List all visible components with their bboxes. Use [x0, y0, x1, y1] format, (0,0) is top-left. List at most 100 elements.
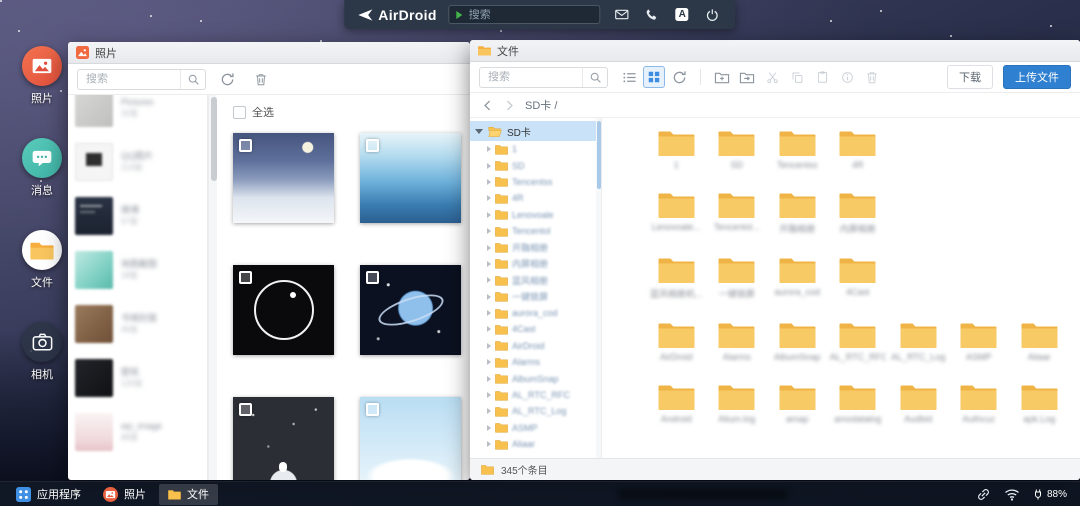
tree-item[interactable]: 内屏相册	[470, 256, 601, 272]
refresh-button[interactable]	[216, 68, 238, 90]
screen-a-button[interactable]: A	[673, 5, 692, 24]
albums-scrollbar[interactable]	[208, 95, 217, 480]
taskbar-item-files[interactable]: 文件	[159, 484, 218, 505]
photo-checkbox[interactable]	[366, 403, 379, 416]
select-all-checkbox[interactable]	[233, 106, 246, 119]
album-item[interactable]: 壁纸120张	[68, 351, 207, 405]
trash-button[interactable]	[250, 68, 272, 90]
folder-item[interactable]: Tencentss	[767, 129, 828, 170]
photos-titlebar[interactable]: 照片	[68, 42, 470, 64]
photo-item[interactable]	[360, 133, 461, 223]
photo-item[interactable]	[233, 133, 334, 223]
album-item[interactable]: 书城封面46张	[68, 297, 207, 351]
desktop-icon-messages[interactable]: 消息	[16, 138, 68, 198]
chevron-right-icon[interactable]	[487, 425, 491, 431]
photo-checkbox[interactable]	[239, 403, 252, 416]
photo-checkbox[interactable]	[366, 139, 379, 152]
folder-item[interactable]: AlbumSnap	[767, 321, 828, 362]
album-item[interactable]: 微博57张	[68, 189, 207, 243]
photo-item[interactable]	[233, 265, 334, 355]
copy-button[interactable]	[786, 66, 808, 88]
chevron-right-icon[interactable]	[487, 376, 491, 382]
topbar-search-input[interactable]	[469, 9, 593, 21]
tree-item[interactable]: ASMP	[470, 420, 601, 436]
chevron-right-icon[interactable]	[487, 179, 491, 185]
folder-item[interactable]: 开融相册	[767, 191, 828, 235]
folder-item[interactable]: amodatalog	[828, 383, 889, 424]
photo-item[interactable]	[360, 265, 461, 355]
chevron-right-icon[interactable]	[487, 228, 491, 234]
chevron-right-icon[interactable]	[487, 245, 491, 251]
tree-item[interactable]: Tencentss	[470, 174, 601, 190]
tree-item[interactable]: Tencentol	[470, 223, 601, 239]
search-icon[interactable]	[582, 68, 607, 87]
forward-button[interactable]	[503, 99, 516, 112]
folder-item[interactable]: Audbid	[888, 383, 949, 424]
mail-button[interactable]	[613, 5, 632, 24]
album-item[interactable]: 地图截图18张	[68, 243, 207, 297]
folder-item[interactable]: amap	[767, 383, 828, 424]
folder-item[interactable]: AirDroid	[646, 321, 707, 362]
refresh-button[interactable]	[668, 66, 690, 88]
folder-item[interactable]: Alarms	[707, 321, 768, 362]
desktop-icon-camera[interactable]: 相机	[16, 322, 68, 382]
folder-item[interactable]: Tencentol...	[707, 191, 768, 235]
tree-item[interactable]: AL_RTC_RFC	[470, 387, 601, 403]
download-button[interactable]: 下载	[947, 65, 993, 89]
desktop-icon-files[interactable]: 文件	[16, 230, 68, 290]
topbar-search[interactable]	[449, 5, 601, 24]
photo-item[interactable]	[360, 397, 461, 480]
files-titlebar[interactable]: 文件	[470, 40, 1080, 62]
tree-item[interactable]: 开融相册	[470, 239, 601, 255]
trash-button[interactable]	[861, 66, 883, 88]
folder-item[interactable]: Android	[646, 383, 707, 424]
folder-item[interactable]: SD	[707, 129, 768, 170]
folder-item[interactable]: Alium.log	[707, 383, 768, 424]
tree-item[interactable]: AL_RTC_Log	[470, 403, 601, 419]
tree-scrollbar[interactable]	[596, 118, 601, 458]
taskbar-item-photos[interactable]: 照片	[94, 484, 155, 505]
album-item[interactable]: wp_image89张	[68, 405, 207, 459]
folder-item[interactable]: 1	[646, 129, 707, 170]
chevron-right-icon[interactable]	[487, 343, 491, 349]
tree-item[interactable]: 1	[470, 141, 601, 157]
grid-view-button[interactable]	[643, 66, 665, 88]
album-item[interactable]: QQ图片214张	[68, 135, 207, 189]
folder-item[interactable]: aurora_cod	[767, 256, 828, 300]
scrollbar-thumb[interactable]	[597, 121, 601, 189]
chevron-right-icon[interactable]	[487, 163, 491, 169]
chevron-right-icon[interactable]	[487, 310, 491, 316]
folder-item[interactable]: 4R	[828, 129, 889, 170]
tree-item[interactable]: 蓝风相册	[470, 272, 601, 288]
search-icon[interactable]	[180, 70, 205, 89]
power-button[interactable]	[703, 5, 722, 24]
folder-item[interactable]: AL_RTC_Log	[888, 321, 949, 362]
folder-item[interactable]: ASMP	[949, 321, 1010, 362]
folder-item[interactable]: 蓝风相册机...	[646, 256, 707, 300]
tree-item[interactable]: SD	[470, 157, 601, 173]
back-button[interactable]	[481, 99, 494, 112]
chevron-right-icon[interactable]	[487, 392, 491, 398]
folder-item[interactable]: Aliaar	[1009, 321, 1070, 362]
chevron-right-icon[interactable]	[487, 326, 491, 332]
link-button[interactable]	[976, 487, 991, 502]
list-view-button[interactable]	[618, 66, 640, 88]
photo-item[interactable]	[233, 397, 334, 480]
chevron-right-icon[interactable]	[487, 195, 491, 201]
chevron-right-icon[interactable]	[487, 408, 491, 414]
wifi-button[interactable]	[1004, 488, 1020, 501]
folder-item[interactable]: Lenovoale...	[646, 191, 707, 235]
chevron-right-icon[interactable]	[487, 277, 491, 283]
new-folder-button[interactable]	[711, 66, 733, 88]
scrollbar-thumb[interactable]	[211, 97, 217, 181]
paste-button[interactable]	[811, 66, 833, 88]
phone-button[interactable]	[643, 5, 662, 24]
tree-item[interactable]: Alarms	[470, 354, 601, 370]
desktop-icon-photos[interactable]: 照片	[16, 46, 68, 106]
folder-item[interactable]: 内屏相册	[828, 191, 889, 235]
chevron-right-icon[interactable]	[487, 261, 491, 267]
folder-item[interactable]: 4Cast	[828, 256, 889, 300]
folder-item[interactable]: 一键锁屏	[707, 256, 768, 300]
breadcrumb[interactable]: SD卡 /	[525, 97, 557, 113]
files-search-input[interactable]	[480, 71, 582, 83]
